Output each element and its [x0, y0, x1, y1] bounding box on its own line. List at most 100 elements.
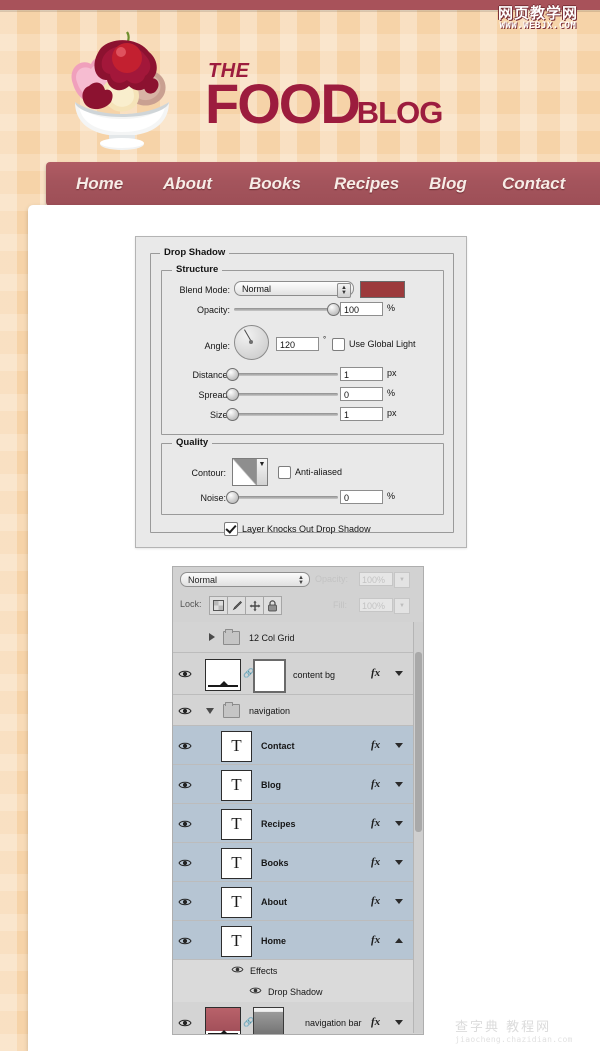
layer-thumbnail[interactable]: T	[221, 848, 252, 879]
expand-effects-caret-icon[interactable]	[395, 860, 403, 865]
layer-row-navigation-group[interactable]: navigation	[173, 695, 423, 726]
noise-slider-knob[interactable]	[226, 491, 239, 504]
nav-item-contact[interactable]: Contact	[502, 174, 565, 194]
eye-visibility-icon[interactable]	[178, 669, 192, 679]
size-input[interactable]: 1	[340, 407, 383, 421]
opacity-chevron-icon[interactable]: ▼	[394, 572, 410, 588]
layer-row-navigation-bar[interactable]: 🔗 navigation bar fx	[173, 1002, 423, 1034]
opacity-slider-knob[interactable]	[327, 303, 340, 316]
site-logo[interactable]: THE FOODBLOG	[55, 16, 445, 156]
eye-visibility-icon[interactable]	[178, 706, 192, 716]
layer-opacity-input[interactable]: 100%	[359, 572, 393, 586]
fx-badge-icon[interactable]: fx	[371, 778, 380, 790]
use-global-light-checkbox[interactable]	[332, 338, 345, 351]
opacity-slider[interactable]	[234, 303, 340, 316]
layer-thumbnail[interactable]: T	[221, 731, 252, 762]
fx-badge-icon[interactable]: fx	[371, 856, 380, 868]
fx-badge-icon[interactable]: fx	[371, 934, 380, 946]
spread-slider-knob[interactable]	[226, 388, 239, 401]
contour-preset-picker[interactable]: ▼	[232, 458, 268, 486]
nav-item-about[interactable]: About	[163, 174, 212, 194]
link-mask-icon[interactable]: 🔗	[243, 668, 254, 679]
layer-row-contact[interactable]: T Contact fx	[173, 726, 423, 765]
layer-row-about[interactable]: T About fx	[173, 882, 423, 921]
expand-effects-caret-icon[interactable]	[395, 1020, 403, 1025]
blend-mode-select[interactable]: Normal ▲ ▼	[234, 281, 354, 298]
fx-badge-icon[interactable]: fx	[371, 1016, 380, 1028]
expand-effects-caret-icon[interactable]	[395, 743, 403, 748]
layer-row-books[interactable]: T Books fx	[173, 843, 423, 882]
expand-effects-caret-icon[interactable]	[395, 821, 403, 826]
layer-thumbnail[interactable]: T	[221, 887, 252, 918]
fx-badge-icon[interactable]: fx	[371, 895, 380, 907]
link-mask-icon[interactable]: 🔗	[243, 1017, 254, 1028]
spread-input[interactable]: 0	[340, 387, 383, 401]
angle-dial[interactable]	[234, 325, 269, 360]
nav-item-books[interactable]: Books	[249, 174, 301, 194]
angle-input[interactable]: 120	[276, 337, 319, 351]
chevron-down-icon[interactable]: ▼	[256, 459, 267, 485]
layer-blend-mode-select[interactable]: Normal ▲ ▼	[180, 572, 310, 587]
layer-thumbnail[interactable]: T	[221, 770, 252, 801]
fill-chevron-icon[interactable]: ▼	[394, 598, 410, 614]
fx-badge-icon[interactable]: fx	[371, 817, 380, 829]
layers-scrollbar-thumb[interactable]	[415, 652, 422, 832]
layers-scrollbar[interactable]	[413, 622, 423, 1033]
lock-move-icon[interactable]	[245, 596, 264, 615]
fx-badge-icon[interactable]: fx	[371, 739, 380, 751]
layer-thumbnail[interactable]: T	[221, 809, 252, 840]
collapse-effects-caret-icon[interactable]	[395, 938, 403, 943]
anti-aliased-checkbox[interactable]	[278, 466, 291, 479]
expand-effects-caret-icon[interactable]	[395, 671, 403, 676]
opacity-input[interactable]: 100	[340, 302, 383, 316]
layer-row-blog[interactable]: T Blog fx	[173, 765, 423, 804]
layer-row-drop-shadow-effect[interactable]: Drop Shadow	[173, 981, 423, 1003]
layer-thumbnail[interactable]	[205, 659, 241, 691]
noise-input[interactable]: 0	[340, 490, 383, 504]
size-slider[interactable]	[226, 408, 338, 421]
lock-paint-brush-icon[interactable]	[227, 596, 246, 615]
layer-row-home[interactable]: T Home fx	[173, 921, 423, 960]
lock-transparency-icon[interactable]	[209, 596, 228, 615]
expand-effects-caret-icon[interactable]	[395, 782, 403, 787]
nav-item-home[interactable]: Home	[76, 174, 123, 194]
eye-visibility-icon[interactable]	[178, 1018, 192, 1028]
expand-effects-caret-icon[interactable]	[395, 899, 403, 904]
blend-mode-value: Normal	[242, 284, 272, 294]
nav-item-recipes[interactable]: Recipes	[334, 174, 399, 194]
disclosure-triangle-icon[interactable]	[206, 708, 214, 714]
eye-visibility-icon[interactable]	[178, 741, 192, 751]
eye-visibility-icon[interactable]	[178, 936, 192, 946]
lock-all-padlock-icon[interactable]	[263, 596, 282, 615]
text-layer-icon: T	[231, 892, 242, 911]
fill-input[interactable]: 100%	[359, 598, 393, 612]
eye-visibility-icon[interactable]	[178, 780, 192, 790]
opacity-unit: %	[387, 303, 396, 313]
size-slider-knob[interactable]	[226, 408, 239, 421]
logo-blog: BLOG	[356, 95, 444, 130]
layer-row-recipes[interactable]: T Recipes fx	[173, 804, 423, 843]
eye-visibility-icon[interactable]	[231, 965, 244, 975]
shadow-color-swatch[interactable]	[360, 281, 405, 298]
noise-slider[interactable]	[226, 491, 338, 504]
disclosure-triangle-icon[interactable]	[209, 633, 215, 641]
eye-visibility-icon[interactable]	[249, 986, 262, 996]
spread-slider[interactable]	[226, 388, 338, 401]
eye-visibility-icon[interactable]	[178, 897, 192, 907]
layer-thumbnail[interactable]	[205, 1007, 241, 1034]
nav-item-blog[interactable]: Blog	[429, 174, 467, 194]
layer-row-content-bg[interactable]: 🔗 content bg fx	[173, 653, 423, 695]
layer-mask-thumbnail[interactable]	[253, 1007, 284, 1034]
fx-badge-icon[interactable]: fx	[371, 667, 380, 679]
layer-mask-thumbnail[interactable]	[253, 659, 286, 693]
distance-slider-knob[interactable]	[226, 368, 239, 381]
eye-visibility-icon[interactable]	[178, 819, 192, 829]
eye-visibility-icon[interactable]	[178, 858, 192, 868]
use-global-light-label: Use Global Light	[349, 339, 416, 349]
layer-knocks-out-checkbox[interactable]	[224, 522, 238, 536]
distance-slider[interactable]	[226, 368, 338, 381]
layer-thumbnail[interactable]: T	[221, 926, 252, 957]
distance-input[interactable]: 1	[340, 367, 383, 381]
layer-row-12-col-grid[interactable]: 12 Col Grid	[173, 622, 423, 653]
layer-row-effects[interactable]: Effects	[173, 960, 423, 982]
